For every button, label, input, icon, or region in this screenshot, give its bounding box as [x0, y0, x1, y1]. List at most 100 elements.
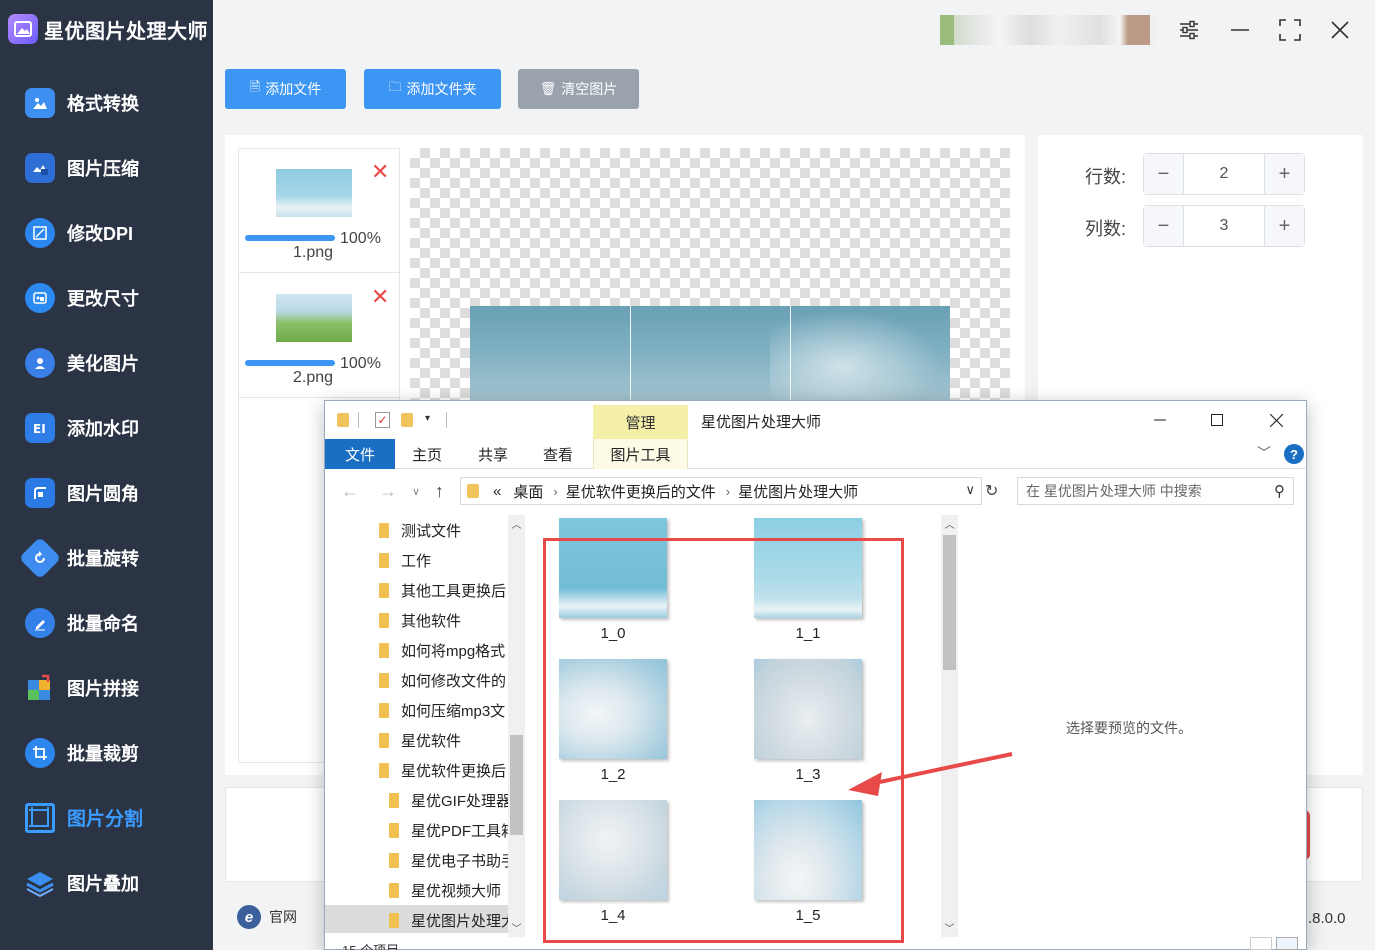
- add-file-button[interactable]: 🗎 添加文件: [225, 69, 346, 109]
- remove-file-icon[interactable]: ✕: [371, 286, 389, 308]
- minimize-icon[interactable]: [1224, 14, 1256, 46]
- website-link[interactable]: e 官网: [237, 905, 297, 929]
- breadcrumb-overflow[interactable]: «: [493, 483, 501, 500]
- back-arrow-icon[interactable]: ←: [341, 481, 359, 502]
- sidebar-item-format-convert[interactable]: 格式转换: [0, 70, 213, 135]
- add-folder-button[interactable]: 🗀 添加文件夹: [364, 69, 501, 109]
- breadcrumb-converted-files[interactable]: 星优软件更换后的文件: [566, 481, 716, 502]
- sidebar-item-beautify[interactable]: 美化图片: [0, 330, 213, 395]
- cols-value[interactable]: 3: [1184, 206, 1264, 246]
- tree-item[interactable]: 测试文件: [325, 515, 508, 545]
- file-item[interactable]: ✕ 100% 2.png: [239, 274, 399, 398]
- forward-arrow-icon[interactable]: →: [379, 481, 397, 502]
- rows-decrement-button[interactable]: −: [1144, 154, 1184, 194]
- sidebar-item-crop[interactable]: 批量裁剪: [0, 720, 213, 785]
- tree-item-selected[interactable]: 星优图片处理大: [325, 905, 508, 933]
- tree-item[interactable]: 星优PDF工具箱: [325, 815, 508, 845]
- file-tile[interactable]: 1_2: [525, 659, 675, 799]
- tab-home[interactable]: 主页: [397, 439, 457, 469]
- maximize-icon[interactable]: [1274, 14, 1306, 46]
- sidebar-item-split[interactable]: 图片分割: [0, 785, 213, 850]
- file-tile[interactable]: 1_5: [720, 800, 870, 940]
- explorer-maximize-icon[interactable]: [1194, 405, 1240, 435]
- quick-access-folder-icon[interactable]: [337, 413, 349, 427]
- search-placeholder: 在 星优图片处理大师 中搜索: [1026, 483, 1202, 499]
- address-bar[interactable]: « 桌面 › 星优软件更换后的文件 › 星优图片处理大师 ∨: [460, 477, 982, 505]
- sidebar-item-watermark[interactable]: EI 添加水印: [0, 395, 213, 460]
- scroll-up-icon[interactable]: ︿: [941, 515, 958, 532]
- tree-item-label: 如何修改文件的: [401, 672, 507, 690]
- search-input[interactable]: 在 星优图片处理大师 中搜索 ⚲: [1017, 477, 1294, 505]
- scroll-up-icon[interactable]: ︿: [508, 515, 525, 532]
- rows-label: 行数:: [1085, 167, 1127, 187]
- file-tile[interactable]: 1_1: [720, 518, 870, 658]
- large-icons-view-icon[interactable]: [1276, 937, 1298, 950]
- sidebar-item-resize[interactable]: 更改尺寸: [0, 265, 213, 330]
- cols-stepper[interactable]: − 3 +: [1143, 205, 1305, 247]
- scroll-down-icon[interactable]: ﹀: [508, 919, 525, 936]
- breadcrumb-separator-icon[interactable]: ›: [726, 484, 730, 499]
- breadcrumb-current-folder[interactable]: 星优图片处理大师: [738, 481, 858, 502]
- tree-item[interactable]: 其他工具更换后: [325, 575, 508, 605]
- tree-item[interactable]: 星优软件更换后: [325, 755, 508, 785]
- close-icon[interactable]: [1324, 14, 1356, 46]
- tree-item[interactable]: 如何修改文件的: [325, 665, 508, 695]
- sidebar-item-dpi[interactable]: 修改DPI: [0, 200, 213, 265]
- sidebar-item-rename[interactable]: 批量命名: [0, 590, 213, 655]
- dpi-icon: [25, 217, 55, 248]
- explorer-close-icon[interactable]: [1253, 405, 1299, 435]
- tree-item[interactable]: 星优电子书助手: [325, 845, 508, 875]
- rows-value[interactable]: 2: [1184, 154, 1264, 194]
- details-view-icon[interactable]: [1250, 937, 1272, 950]
- sidebar-item-rotate[interactable]: 批量旋转: [0, 525, 213, 590]
- up-arrow-icon[interactable]: ↑: [435, 481, 444, 502]
- rows-stepper[interactable]: − 2 +: [1143, 153, 1305, 195]
- annotation-arrow-icon: [848, 752, 1013, 796]
- address-dropdown-icon[interactable]: ∨: [965, 482, 975, 498]
- clear-images-button[interactable]: 🗑 清空图片: [518, 69, 639, 109]
- file-tile[interactable]: 1_4: [525, 800, 675, 940]
- new-folder-icon[interactable]: [401, 413, 413, 427]
- tab-view[interactable]: 查看: [528, 439, 588, 469]
- cols-decrement-button[interactable]: −: [1144, 206, 1184, 246]
- sidebar-item-label: 添加水印: [67, 418, 139, 439]
- refresh-icon[interactable]: ↻: [985, 481, 1005, 501]
- quick-access-dropdown-icon[interactable]: ▾: [425, 413, 430, 424]
- file-grid-scrollbar[interactable]: ︿ ﹀: [941, 515, 958, 937]
- tree-item[interactable]: 星优软件: [325, 725, 508, 755]
- breadcrumb-desktop[interactable]: 桌面: [513, 481, 543, 502]
- cols-increment-button[interactable]: +: [1264, 206, 1304, 246]
- manage-tab[interactable]: 管理: [593, 405, 688, 439]
- tree-item[interactable]: 如何压缩mp3文: [325, 695, 508, 725]
- tile-thumbnail: [559, 659, 667, 759]
- settings-sliders-icon[interactable]: [1173, 14, 1205, 46]
- scroll-down-icon[interactable]: ﹀: [941, 919, 958, 936]
- sidebar-item-compress[interactable]: 图片压缩: [0, 135, 213, 200]
- tab-picture-tools[interactable]: 图片工具: [593, 439, 688, 469]
- recent-dropdown-icon[interactable]: ∨: [412, 485, 420, 498]
- tree-item[interactable]: 工作: [325, 545, 508, 575]
- sidebar-item-overlay[interactable]: 图片叠加: [0, 850, 213, 915]
- sidebar-item-stitch[interactable]: 图片拼接: [0, 655, 213, 720]
- ribbon-expand-icon[interactable]: ﹀: [1257, 443, 1271, 463]
- rows-increment-button[interactable]: +: [1264, 154, 1304, 194]
- properties-check-icon[interactable]: ✓: [375, 412, 390, 428]
- file-tile[interactable]: 1_0: [525, 518, 675, 658]
- remove-file-icon[interactable]: ✕: [371, 161, 389, 183]
- breadcrumb-separator-icon[interactable]: ›: [553, 484, 557, 499]
- tree-item[interactable]: 如何将mpg格式: [325, 635, 508, 665]
- file-grid: 1_0 1_1 1_2 1_3 1_4 1_5: [525, 513, 941, 949]
- tree-scroll-thumb[interactable]: [510, 735, 523, 835]
- tab-file[interactable]: 文件: [325, 439, 395, 469]
- tree-item[interactable]: 星优视频大师: [325, 875, 508, 905]
- file-item[interactable]: ✕ 100% 1.png: [239, 149, 399, 273]
- tree-scrollbar[interactable]: ︿ ﹀: [508, 515, 525, 937]
- tab-share[interactable]: 共享: [463, 439, 523, 469]
- user-avatar-blurred[interactable]: [940, 15, 1155, 45]
- tree-item[interactable]: 其他软件: [325, 605, 508, 635]
- sidebar-item-rounded-corner[interactable]: 图片圆角: [0, 460, 213, 525]
- tree-item[interactable]: 星优GIF处理器: [325, 785, 508, 815]
- help-icon[interactable]: ?: [1284, 444, 1304, 464]
- file-grid-scroll-thumb[interactable]: [943, 535, 956, 670]
- explorer-minimize-icon[interactable]: [1137, 405, 1183, 435]
